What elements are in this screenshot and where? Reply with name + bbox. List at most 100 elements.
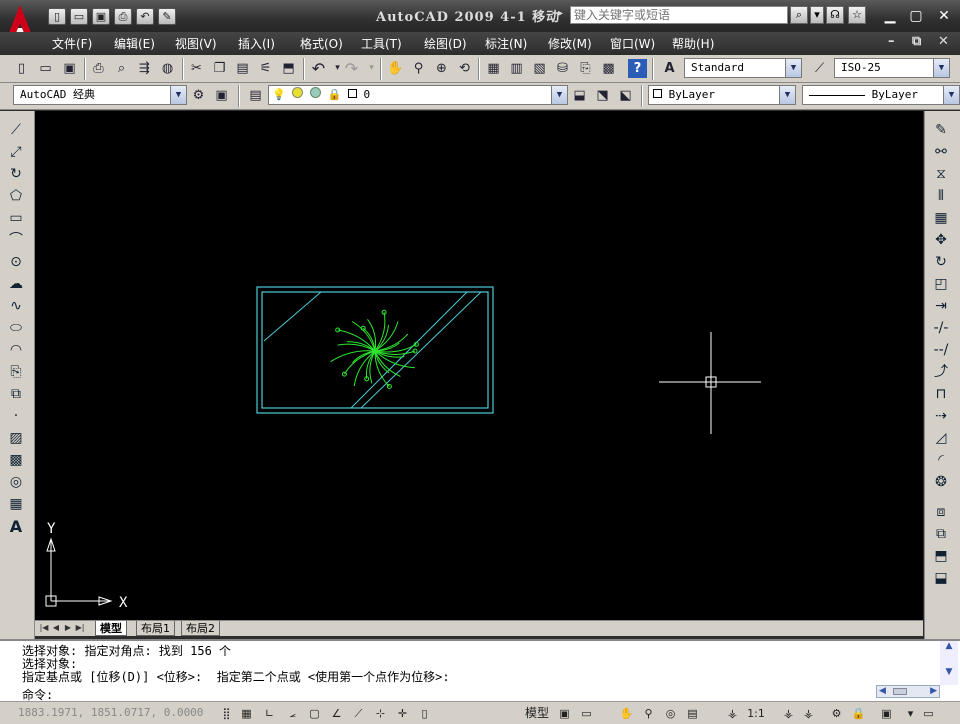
plot-icon[interactable]: ⎙ <box>89 59 108 78</box>
command-scrollbar[interactable]: ▲ ▼ <box>940 641 958 685</box>
layer-select[interactable]: 💡 🔒 0 ▼ <box>268 85 568 105</box>
menu-insert[interactable]: 插入(I) <box>238 35 275 52</box>
ortho-mode-icon[interactable]: ∟ <box>261 705 278 722</box>
help-icon[interactable]: ? <box>628 59 647 78</box>
redo-dropdown-icon[interactable]: ▾ <box>362 59 381 78</box>
grid-display-icon[interactable]: ▦ <box>238 705 255 722</box>
move-icon[interactable]: ✥ <box>931 231 951 250</box>
showmotion-icon[interactable]: ▤ <box>684 705 701 722</box>
point-icon[interactable]: · <box>6 407 26 426</box>
polygon-icon[interactable]: ⬠ <box>6 187 26 206</box>
break-at-point-icon[interactable]: ⤴ <box>931 363 951 382</box>
dynamic-ucs-icon[interactable]: ⟋ <box>350 705 367 722</box>
workspace-save-icon[interactable]: ▣ <box>212 86 231 105</box>
maximize-icon[interactable]: ▢ <box>906 8 926 24</box>
make-block-icon[interactable]: ⧉ <box>6 385 26 404</box>
print-icon[interactable]: ⎙ <box>114 8 132 25</box>
line-icon[interactable]: ⟋ <box>6 121 26 140</box>
menu-help[interactable]: 帮助(H) <box>672 35 714 52</box>
dim-style-select[interactable]: ISO-25 ▼ <box>834 58 950 78</box>
layout-tabs-icon[interactable]: ▭ <box>578 705 595 722</box>
annotation-scale-value[interactable]: 1:1 <box>742 705 770 722</box>
text-style-icon[interactable]: A <box>660 59 679 78</box>
layer-state-icon[interactable]: ⬕ <box>616 86 635 105</box>
plot-preview-icon[interactable]: ⌕ <box>112 59 131 78</box>
layer-previous-icon[interactable]: ⬔ <box>593 86 612 105</box>
quickcalc-icon[interactable]: ▩ <box>599 59 618 78</box>
chevron-down-icon[interactable]: ▼ <box>779 86 795 104</box>
explode-icon[interactable]: ❂ <box>931 473 951 492</box>
doc-minimize-icon[interactable]: – <box>888 34 895 49</box>
text-style-select[interactable]: Standard ▼ <box>684 58 802 78</box>
publish-icon[interactable]: ⇶ <box>135 59 154 78</box>
cut-icon[interactable]: ✂ <box>187 59 206 78</box>
menu-format[interactable]: 格式(O) <box>300 35 343 52</box>
object-snap-icon[interactable]: ▢ <box>306 705 323 722</box>
chevron-down-icon[interactable]: ▼ <box>933 59 949 77</box>
clean-screen-icon[interactable]: ▭ <box>920 705 937 722</box>
construction-line-icon[interactable]: ⤢ <box>6 143 26 162</box>
pan-icon[interactable]: ✋ <box>386 59 405 78</box>
communication-center-icon[interactable]: ☊ <box>826 6 844 24</box>
open-file-icon[interactable]: ▭ <box>36 59 55 78</box>
circle-icon[interactable]: ⊙ <box>6 253 26 272</box>
paste-icon[interactable]: ▤ <box>233 59 252 78</box>
scale-icon[interactable]: ◰ <box>931 275 951 294</box>
workspace-switch-icon[interactable]: ⚙ <box>828 705 845 722</box>
scroll-up-icon[interactable]: ▲ <box>940 641 958 651</box>
scroll-left-icon[interactable]: ◀ <box>879 686 886 696</box>
offset-icon[interactable]: ⫴ <box>931 187 951 206</box>
command-window[interactable]: 选择对象: 指定对角点: 找到 156 个 选择对象: 指定基点或 [位移(D)… <box>0 639 960 702</box>
3d-dwf-icon[interactable]: ◍ <box>158 59 177 78</box>
table-icon[interactable]: ▦ <box>6 495 26 514</box>
design-center-icon[interactable]: ▥ <box>507 59 526 78</box>
menu-modify[interactable]: 修改(M) <box>548 35 592 52</box>
search-input[interactable] <box>570 6 788 24</box>
annotation-visibility-icon[interactable]: ⚶ <box>780 705 797 722</box>
snap-mode-icon[interactable]: ⣿ <box>218 705 235 722</box>
prev-tab-icon[interactable]: ◀ <box>51 623 61 634</box>
close-icon[interactable]: ✕ <box>934 8 954 24</box>
join-icon[interactable]: ⇢ <box>931 407 951 426</box>
fillet-icon[interactable]: ◜ <box>931 451 951 470</box>
coordinate-readout[interactable]: 1883.1971, 1851.0717, 0.0000 <box>18 706 203 719</box>
menu-dimension[interactable]: 标注(N) <box>485 35 527 52</box>
tab-model[interactable]: 模型 <box>95 621 127 636</box>
break-icon[interactable]: ⊓ <box>931 385 951 404</box>
first-tab-icon[interactable]: |◀ <box>39 623 49 634</box>
favorites-icon[interactable]: ☆ <box>848 6 866 24</box>
erase-icon[interactable]: ✎ <box>931 121 951 140</box>
scroll-right-icon[interactable]: ▶ <box>930 686 937 696</box>
new-icon[interactable]: ▯ <box>48 8 66 25</box>
next-tab-icon[interactable]: ▶ <box>63 623 73 634</box>
tab-layout2[interactable]: 布局2 <box>181 621 220 636</box>
chevron-down-icon[interactable]: ▼ <box>943 86 959 104</box>
zoom-window-icon[interactable]: ⊕ <box>432 59 451 78</box>
status-menu-icon[interactable]: ▾ <box>902 705 919 722</box>
tab-layout1[interactable]: 布局1 <box>136 621 175 636</box>
save-file-icon[interactable]: ▣ <box>60 59 79 78</box>
rectangle-icon[interactable]: ▭ <box>6 209 26 228</box>
linetype-select[interactable]: ByLayer ▼ <box>802 85 960 105</box>
trim-icon[interactable]: -/- <box>931 319 951 338</box>
menu-tools[interactable]: 工具(T) <box>361 35 402 52</box>
zoom-realtime-icon[interactable]: ⚲ <box>409 59 428 78</box>
open-icon[interactable]: ▭ <box>70 8 88 25</box>
auto-scale-icon[interactable]: ⚶ <box>800 705 817 722</box>
stretch-icon[interactable]: ⇥ <box>931 297 951 316</box>
gradient-icon[interactable]: ▩ <box>6 451 26 470</box>
last-tab-icon[interactable]: ▶| <box>75 623 85 634</box>
menu-edit[interactable]: 编辑(E) <box>114 35 155 52</box>
layer-properties-icon[interactable]: ▤ <box>246 86 265 105</box>
markup-icon[interactable]: ⎘ <box>576 59 595 78</box>
copy-icon[interactable]: ❐ <box>210 59 229 78</box>
save-icon[interactable]: ▣ <box>92 8 110 25</box>
search-dropdown-icon[interactable]: ▾ <box>810 6 824 24</box>
steeringwheel-icon[interactable]: ◎ <box>662 705 679 722</box>
polar-tracking-icon[interactable]: ⦟ <box>284 705 301 722</box>
chamfer-icon[interactable]: ◿ <box>931 429 951 448</box>
bring-above-icon[interactable]: ⬒ <box>931 547 951 566</box>
array-icon[interactable]: ▦ <box>931 209 951 228</box>
menu-draw[interactable]: 绘图(D) <box>424 35 467 52</box>
lineweight-icon[interactable]: ✛ <box>394 705 411 722</box>
